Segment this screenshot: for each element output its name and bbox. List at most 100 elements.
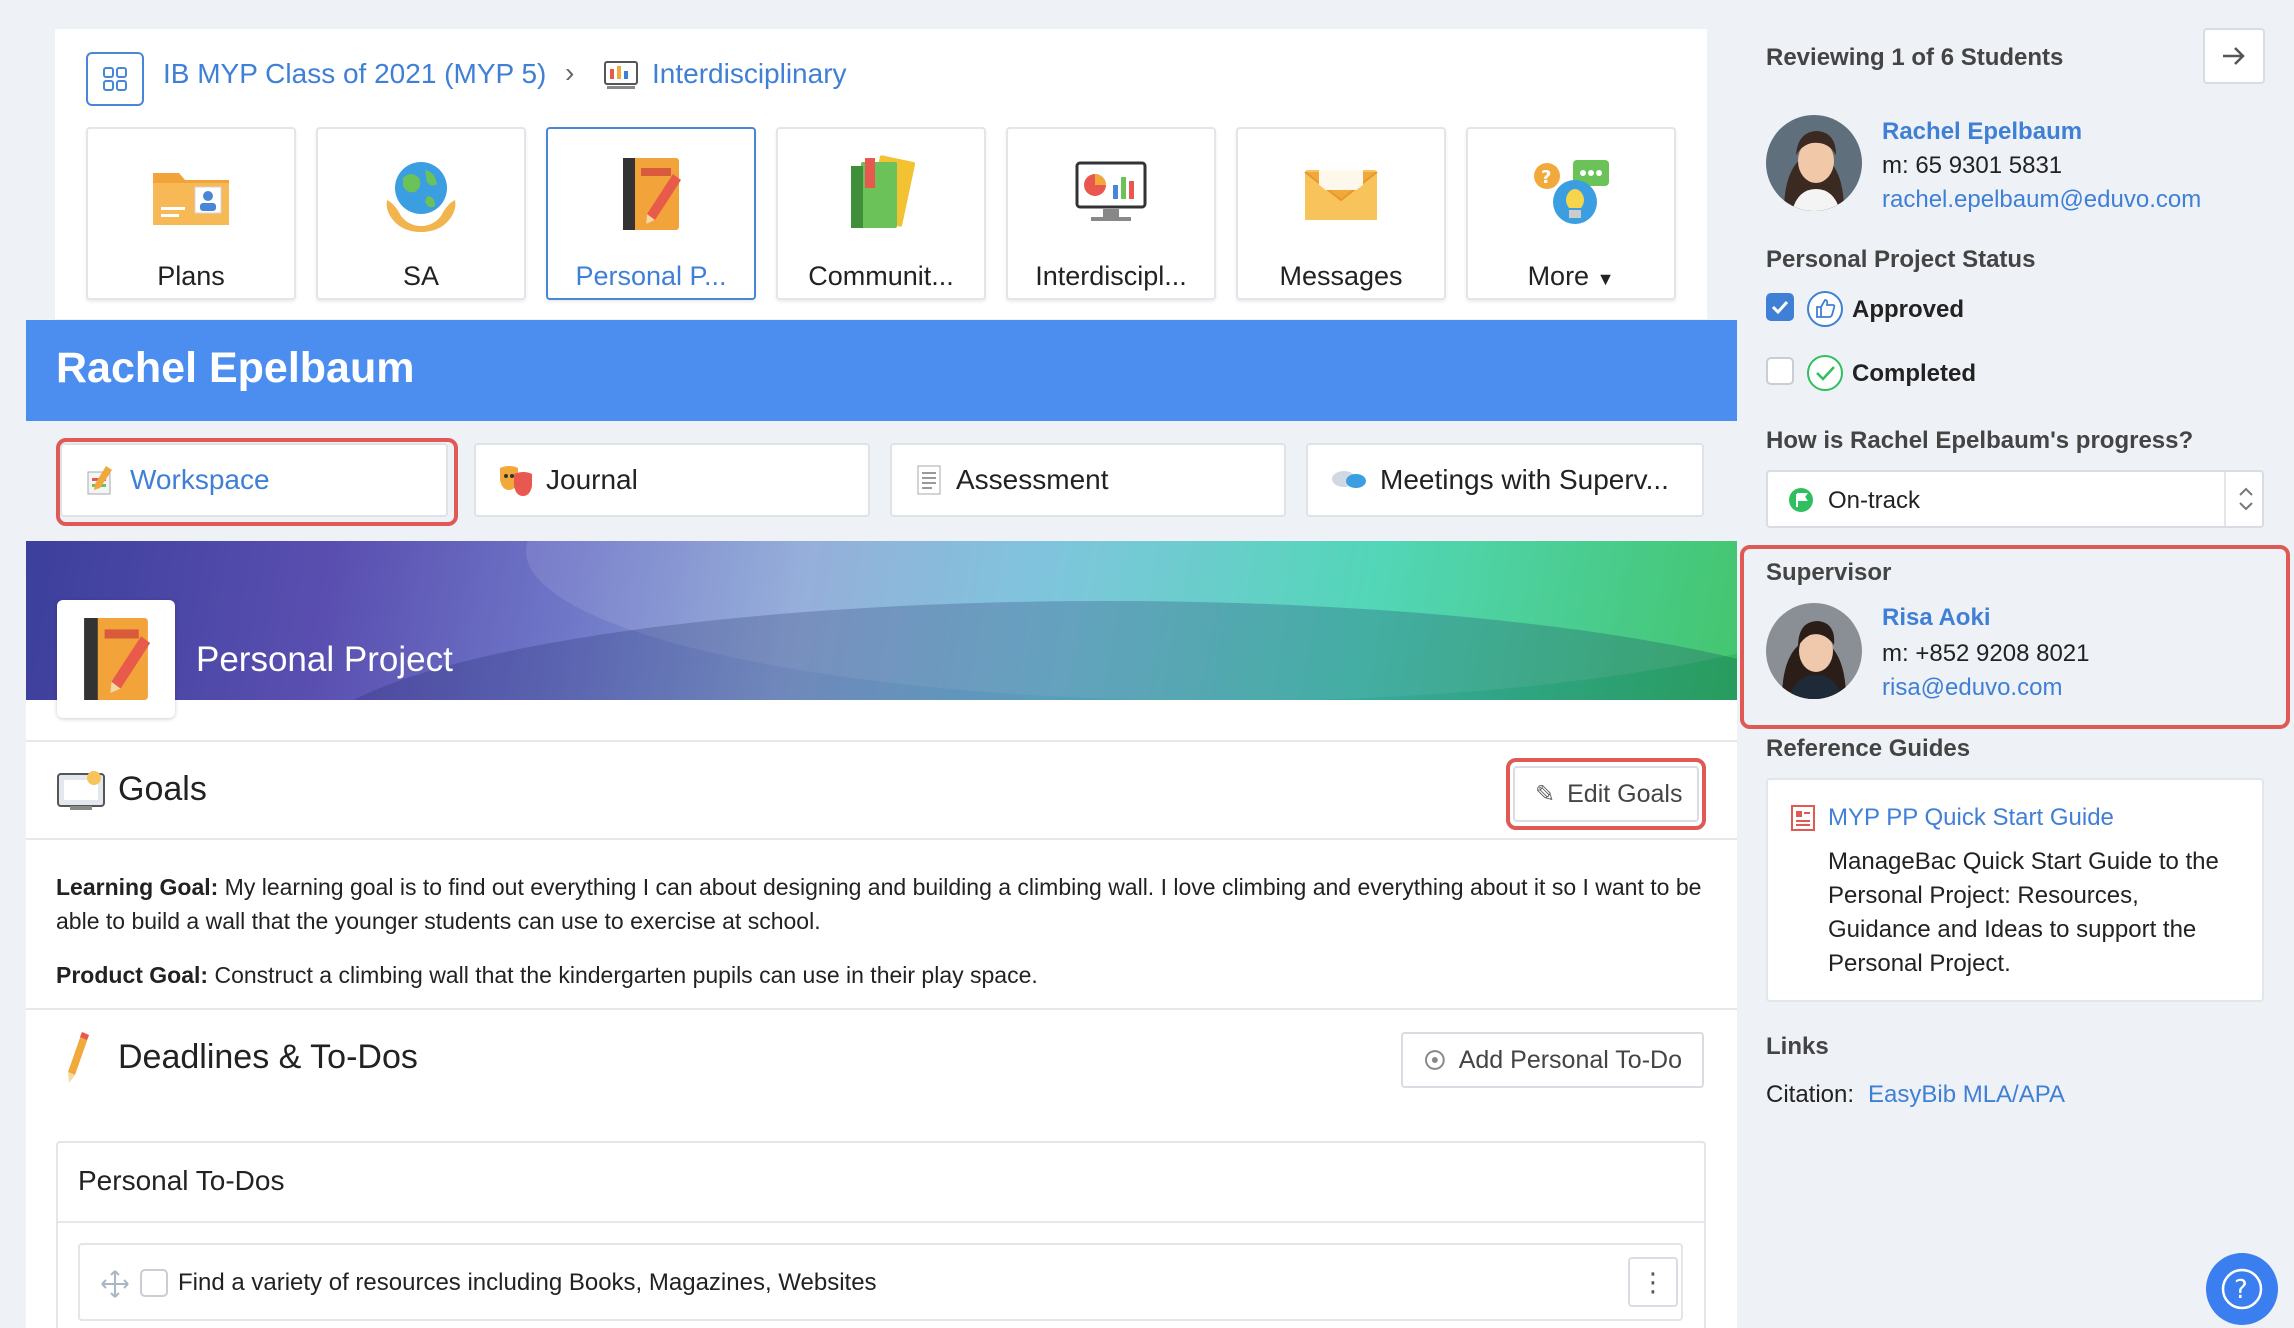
product-goal-label: Product Goal: (56, 962, 209, 988)
svg-text:?: ? (1541, 167, 1551, 188)
student-avatar (1766, 115, 1862, 211)
tile-community[interactable]: Communit... (776, 127, 986, 300)
notebook-pencil-icon (84, 618, 151, 700)
goals-title: Goals (118, 770, 207, 808)
workspace-highlight (56, 438, 458, 526)
tile-label: More ▼ (1527, 261, 1615, 291)
todo-checkbox[interactable] (140, 1269, 168, 1297)
edit-goals-highlight (1506, 758, 1706, 830)
progress-question: How is Rachel Epelbaum's progress? (1766, 427, 2194, 454)
question-icon: ? (2221, 1268, 2263, 1310)
notebook-pencil-icon (608, 151, 694, 237)
grid-menu-button[interactable] (86, 52, 144, 106)
tile-messages[interactable]: Messages (1236, 127, 1446, 300)
breadcrumb-section-link[interactable]: Interdisciplinary (652, 58, 847, 90)
next-student-button[interactable] (2203, 28, 2265, 84)
flag-icon (1789, 488, 1813, 512)
deadlines-title: Deadlines & To-Dos (118, 1038, 418, 1076)
reviewing-count: Reviewing 1 of 6 Students (1766, 44, 2064, 71)
tile-label: Interdiscipl... (1035, 261, 1187, 291)
thumbs-up-icon (1807, 291, 1843, 327)
class-header-card: IB MYP Class of 2021 (MYP 5) › Interdisc… (55, 29, 1707, 319)
tile-interdisciplinary[interactable]: Interdiscipl... (1006, 127, 1216, 300)
theater-masks-icon (500, 466, 532, 496)
supervisor-highlight (1740, 545, 2290, 729)
progress-value: On-track (1828, 487, 1921, 514)
tab-label: Assessment (956, 464, 1109, 495)
tile-label: Messages (1279, 261, 1403, 291)
divider (58, 1221, 1704, 1223)
student-banner: Rachel Epelbaum (26, 320, 1737, 421)
guide-description: Guidance and Ideas to support the (1828, 916, 2197, 943)
tab-label: Meetings with Superv... (1380, 464, 1669, 495)
svg-text:?: ? (2234, 1275, 2248, 1305)
folder-plans-icon (148, 151, 234, 237)
personal-todos-card: Personal To-Dos Find a variety of resour… (56, 1141, 1706, 1328)
project-banner-strip (26, 700, 1737, 740)
citation-label: Citation: (1766, 1081, 1855, 1108)
tile-personal-project[interactable]: Personal P... (546, 127, 756, 300)
target-icon (1424, 1050, 1445, 1070)
status-approved-label: Approved (1852, 296, 1965, 323)
student-name-link[interactable]: Rachel Epelbaum (1882, 118, 2082, 146)
product-goal-text: Construct a climbing wall that the kinde… (208, 962, 1038, 988)
divider (26, 740, 1737, 742)
add-todo-label: Add Personal To-Do (1458, 1045, 1682, 1074)
globe-hands-icon (378, 151, 464, 237)
guide-document-icon (1791, 805, 1815, 831)
tile-more[interactable]: ? More ▼ (1466, 127, 1676, 300)
guide-description: Personal Project: Resources, (1828, 882, 2139, 909)
todo-options-button[interactable]: ⋮ (1628, 1257, 1678, 1307)
guide-description: ManageBac Quick Start Guide to the (1828, 848, 2219, 875)
pencil-color-icon (68, 1032, 89, 1083)
tab-assessment[interactable]: Assessment (890, 443, 1286, 517)
goals-board-icon (57, 771, 105, 810)
check-icon (1771, 300, 1789, 314)
list-item: Find a variety of resources including Bo… (78, 1243, 1683, 1321)
tab-meetings[interactable]: Meetings with Superv... (1306, 443, 1704, 517)
help-button[interactable]: ? (2206, 1253, 2278, 1325)
quick-start-guide-link[interactable]: MYP PP Quick Start Guide (1828, 804, 2114, 832)
todo-text: Find a variety of resources including Bo… (178, 1269, 877, 1296)
project-logo (57, 600, 175, 718)
tab-label: Journal (546, 464, 638, 495)
easybib-link[interactable]: EasyBib MLA/APA (1868, 1081, 2065, 1109)
links-title: Links (1766, 1033, 1829, 1060)
check-circle-icon (1807, 355, 1843, 391)
grid-icon (103, 67, 127, 91)
interdisciplinary-icon (604, 61, 638, 89)
project-title: Personal Project (196, 640, 453, 679)
divider (26, 838, 1737, 840)
completed-checkbox[interactable] (1766, 357, 1794, 385)
chat-bubbles-icon (1332, 471, 1366, 488)
student-email-link[interactable]: rachel.epelbaum@eduvo.com (1882, 186, 2201, 214)
tile-label: SA (402, 261, 440, 291)
tab-journal[interactable]: Journal (474, 443, 870, 517)
tile-label: Plans (157, 261, 225, 291)
approved-checkbox[interactable] (1766, 293, 1794, 321)
tile-sa[interactable]: SA (316, 127, 526, 300)
reference-guide-card: MYP PP Quick Start Guide ManageBac Quick… (1766, 778, 2264, 1002)
reference-guides-title: Reference Guides (1766, 735, 1971, 762)
envelope-icon (1298, 151, 1384, 237)
add-personal-todo-button[interactable]: Add Personal To-Do (1401, 1032, 1704, 1088)
product-goal: Product Goal: Construct a climbing wall … (56, 958, 1716, 992)
tile-plans[interactable]: Plans (86, 127, 296, 300)
learning-goal-label: Learning Goal: (56, 874, 219, 900)
guide-description: Personal Project. (1828, 950, 2011, 977)
status-title: Personal Project Status (1766, 246, 2036, 273)
arrow-right-icon (2223, 47, 2245, 65)
learning-goal: Learning Goal: My learning goal is to fi… (56, 870, 1716, 938)
tile-label: Personal P... (575, 261, 727, 291)
books-icon (838, 151, 924, 237)
breadcrumb-class-link[interactable]: IB MYP Class of 2021 (MYP 5) (163, 58, 546, 90)
tile-label: Communit... (808, 261, 954, 291)
progress-select[interactable]: On-track (1766, 470, 2264, 528)
kebab-menu-icon: ⋮ (1640, 1266, 1666, 1297)
select-arrows-icon (2239, 487, 2253, 511)
divider (26, 1008, 1737, 1010)
drag-handle-icon[interactable] (100, 1269, 130, 1299)
caret-down-icon: ▼ (1596, 269, 1615, 289)
status-completed-label: Completed (1852, 360, 1977, 387)
breadcrumb-separator: › (565, 57, 575, 88)
